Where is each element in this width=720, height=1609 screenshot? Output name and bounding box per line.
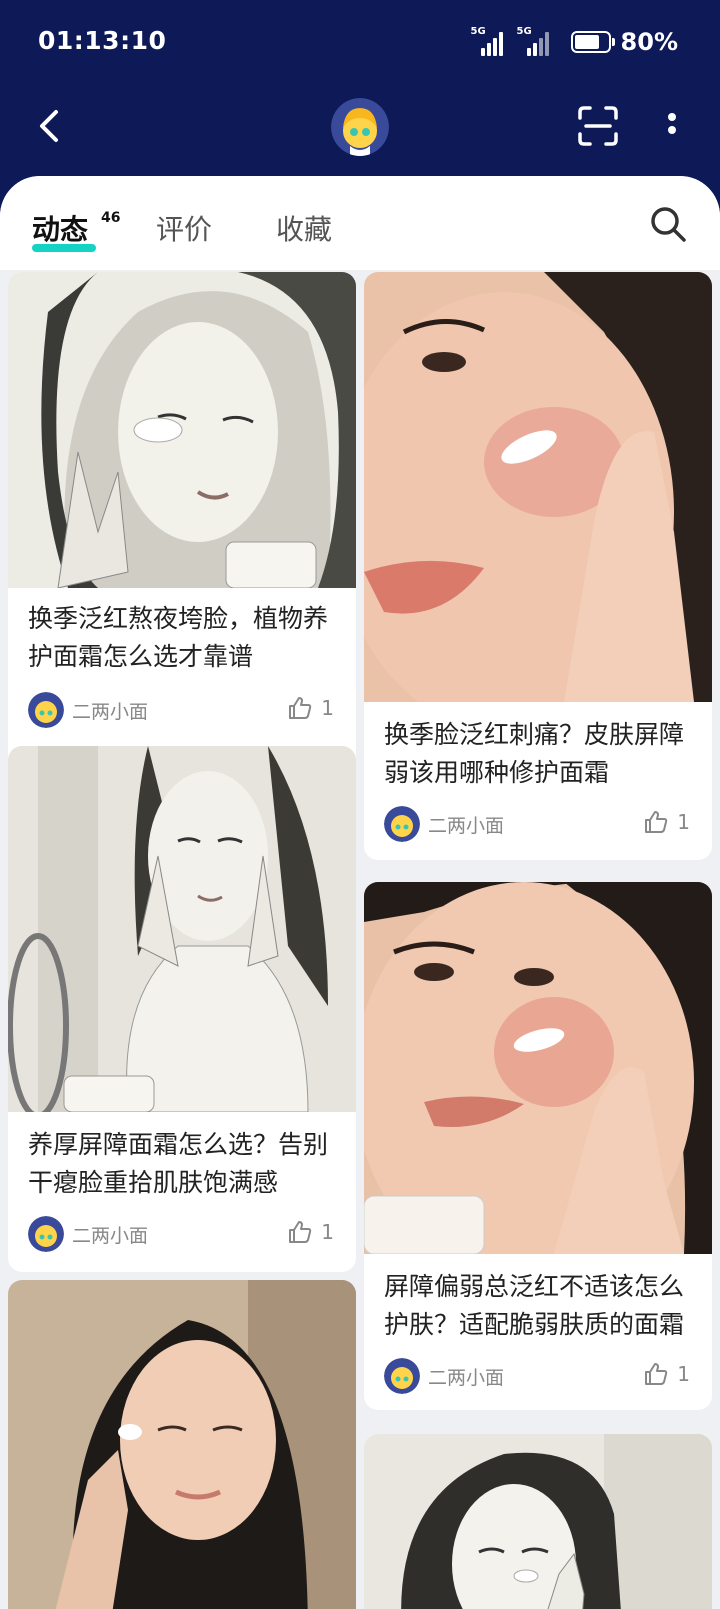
tab-favorites[interactable]: 收藏 — [276, 208, 332, 248]
like-count: 1 — [321, 696, 334, 720]
author-avatar — [384, 1358, 420, 1394]
battery-percent: 80% — [620, 28, 678, 56]
like-button[interactable]: 1 — [643, 1361, 690, 1387]
post-title: 养厚屏障面霜怎么选？告别干瘪脸重拾肌肤饱满感 — [28, 1130, 329, 1197]
search-icon — [651, 207, 686, 242]
post-image — [364, 882, 712, 1254]
cartoon-avatar-icon — [28, 1216, 64, 1252]
author-name: 二两小面 — [72, 700, 149, 723]
post-title: 换季脸泛红刺痛？皮肤屏障弱该用哪种修护面霜 — [384, 720, 685, 787]
more-vertical-icon — [668, 113, 676, 134]
feed-card[interactable] — [364, 1434, 712, 1609]
post-image — [364, 272, 712, 702]
like-button[interactable]: 1 — [287, 695, 334, 721]
battery-icon — [570, 31, 615, 53]
post-image — [364, 1434, 712, 1609]
signal-icon: 5G — [517, 26, 553, 56]
post-image — [8, 272, 356, 588]
avatar[interactable] — [331, 98, 389, 156]
status-time: 01:13:10 — [38, 26, 167, 55]
thumbs-up-icon — [289, 1221, 312, 1243]
feed-card[interactable] — [8, 1280, 356, 1609]
like-button[interactable]: 1 — [287, 1219, 334, 1245]
author-name: 二两小面 — [428, 1366, 505, 1389]
more-button[interactable] — [652, 104, 692, 148]
scan-button[interactable] — [576, 104, 620, 148]
cartoon-avatar-icon — [384, 1358, 420, 1394]
author-name: 二两小面 — [428, 814, 505, 837]
like-count: 1 — [677, 1362, 690, 1386]
post-title: 屏障偏弱总泛红不适该怎么护肤？适配脆弱肤质的面霜 — [384, 1272, 685, 1339]
cartoon-avatar-icon — [28, 692, 64, 728]
header — [0, 86, 720, 178]
author-avatar — [384, 806, 420, 842]
like-button[interactable]: 1 — [643, 809, 690, 835]
author-avatar — [28, 1216, 64, 1252]
status-indicators: 5G 5G 80% — [471, 26, 678, 58]
scan-icon — [578, 106, 618, 146]
tab-underline — [32, 244, 96, 252]
post-author[interactable]: 二两小面 — [28, 1216, 148, 1252]
post-author[interactable]: 二两小面 — [384, 1358, 504, 1394]
like-count: 1 — [677, 810, 690, 834]
thumbs-up-icon — [289, 697, 312, 719]
tab-moments[interactable]: 动态 — [32, 208, 88, 248]
chevron-left-icon — [40, 110, 58, 142]
thumbs-up-icon — [645, 1363, 668, 1385]
post-title: 换季泛红熬夜垮脸，植物养护面霜怎么选才靠谱 — [28, 604, 329, 671]
feed-card[interactable]: 养厚屏障面霜怎么选？告别干瘪脸重拾肌肤饱满感 二两小面 1 — [8, 746, 356, 1272]
tab-reviews[interactable]: 评价 — [156, 208, 212, 248]
back-button[interactable] — [28, 104, 72, 148]
post-image — [8, 1280, 356, 1609]
feed-card[interactable]: 换季脸泛红刺痛？皮肤屏障弱该用哪种修护面霜 二两小面 1 — [364, 272, 712, 860]
signal-icon: 5G — [471, 26, 507, 56]
cartoon-avatar-icon — [331, 98, 389, 156]
content-sheet: 动态 46 评价 收藏 换季泛红熬夜垮脸，植物养护面霜怎么选才靠谱 二两小面 1… — [0, 176, 720, 1609]
author-name: 二两小面 — [72, 1224, 149, 1247]
status-bar: 01:13:10 5G 5G 80% — [0, 0, 720, 86]
post-image — [8, 746, 356, 1112]
feed-card[interactable]: 屏障偏弱总泛红不适该怎么护肤？适配脆弱肤质的面霜 二两小面 1 — [364, 882, 712, 1410]
author-avatar — [28, 692, 64, 728]
tab-bar: 动态 46 评价 收藏 — [0, 176, 720, 270]
post-author[interactable]: 二两小面 — [384, 806, 504, 842]
thumbs-up-icon — [645, 811, 668, 833]
search-button[interactable] — [648, 204, 688, 244]
post-author[interactable]: 二两小面 — [28, 692, 148, 728]
like-count: 1 — [321, 1220, 334, 1244]
cartoon-avatar-icon — [384, 806, 420, 842]
tab-count-badge: 46 — [101, 210, 121, 226]
